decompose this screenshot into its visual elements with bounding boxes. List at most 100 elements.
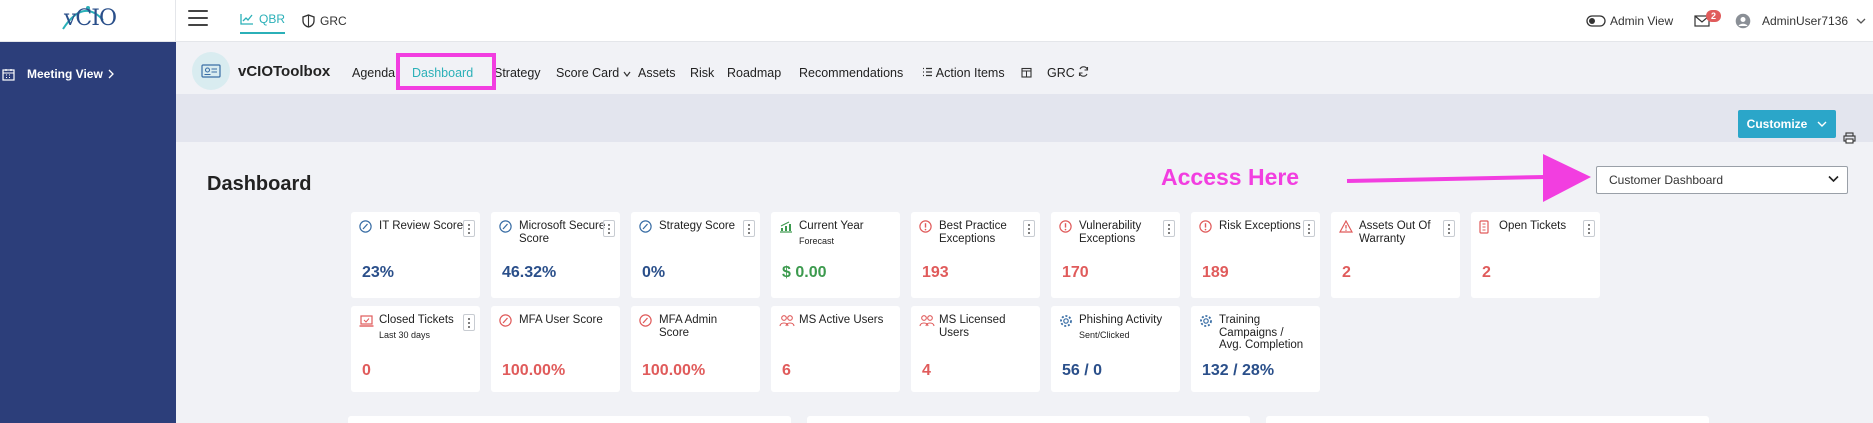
kpi-card-title: Closed Tickets Last 30 days: [379, 314, 467, 341]
kpi-card[interactable]: MS Active Users 6: [771, 306, 900, 392]
gear-icon: [1059, 314, 1073, 333]
kpi-card[interactable]: Open Tickets 2: [1471, 212, 1600, 298]
kpi-card-title-text: MFA User Score: [519, 314, 603, 326]
kpi-card-title: IT Review Score: [379, 220, 467, 233]
kpi-card[interactable]: Current Year Forecast $ 0.00: [771, 212, 900, 298]
kpi-card-title-text: Vulnerability Exceptions: [1079, 220, 1142, 245]
user-menu[interactable]: AdminUser7136: [1735, 0, 1866, 42]
kpi-card[interactable]: Best Practice Exceptions 193: [911, 212, 1040, 298]
warning-triangle-icon: [1338, 219, 1354, 238]
kpi-card-title-text: Phishing Activity: [1079, 314, 1163, 326]
kebab-menu-icon[interactable]: [1443, 220, 1455, 237]
kebab-menu-icon[interactable]: [463, 314, 475, 331]
kpi-card[interactable]: Assets Out Of Warranty 2: [1331, 212, 1460, 298]
tab-qbr[interactable]: QBR: [240, 8, 286, 34]
logo[interactable]: vCIO: [0, 0, 176, 42]
kpi-card[interactable]: IT Review Score 23%: [351, 212, 480, 298]
annotation-text: Access Here: [1161, 164, 1300, 190]
kpi-card-title-text: Microsoft Secure Score: [519, 220, 606, 245]
nav-dashboard[interactable]: Dashboard: [412, 66, 473, 80]
mail-button[interactable]: 2: [1694, 0, 1722, 42]
kebab-menu-icon[interactable]: [603, 220, 615, 237]
bottom-panel: [1266, 416, 1709, 423]
toggle-icon: [1586, 15, 1606, 27]
nav-assets[interactable]: Assets: [638, 66, 676, 80]
kpi-card-title: Phishing Activity Sent/Clicked: [1079, 314, 1167, 341]
kpi-card-title-text: Assets Out Of Warranty: [1359, 220, 1431, 245]
kpi-card-value: 2: [1342, 264, 1351, 281]
alert-circle-icon: [1199, 220, 1212, 238]
gauge-icon: [639, 314, 652, 332]
kpi-card-title-text: Closed Tickets: [379, 314, 454, 326]
kpi-card-title-text: MS Licensed Users: [939, 314, 1006, 339]
kpi-card-title: Strategy Score: [659, 220, 747, 233]
dashboard-select[interactable]: Customer Dashboard: [1596, 166, 1848, 194]
annotation-arrow-icon: [1346, 154, 1591, 202]
kpi-card-title: Risk Exceptions: [1219, 220, 1307, 233]
kpi-card-value: 23%: [362, 264, 395, 281]
nav-strategy[interactable]: Strategy: [494, 66, 541, 80]
kpi-card[interactable]: MS Licensed Users 4: [911, 306, 1040, 392]
gauge-icon: [499, 314, 512, 332]
chevron-down-icon: [1856, 18, 1866, 24]
nav-action-items-label: Action Items: [935, 66, 1005, 80]
kebab-menu-icon[interactable]: [463, 220, 475, 237]
avatar-icon: [1735, 13, 1751, 29]
shield-icon: [302, 14, 315, 28]
bottom-panel: [348, 416, 791, 423]
kebab-menu-icon[interactable]: [743, 220, 755, 237]
calendar-icon: [2, 68, 15, 81]
kebab-menu-icon[interactable]: [1583, 220, 1595, 237]
customize-button[interactable]: Customize: [1738, 110, 1836, 138]
kpi-card-value: 170: [1062, 264, 1089, 281]
id-card-icon: [201, 64, 221, 78]
kpi-card-subtitle: Last 30 days: [379, 329, 431, 340]
kpi-card-title: MFA User Score: [519, 314, 607, 327]
customize-label: Customize: [1746, 117, 1808, 131]
chevron-right-icon: [108, 69, 114, 79]
kpi-card[interactable]: Risk Exceptions 189: [1191, 212, 1320, 298]
kebab-menu-icon[interactable]: [1303, 220, 1315, 237]
menu-icon[interactable]: [188, 10, 208, 28]
kpi-card[interactable]: Phishing Activity Sent/Clicked 56 / 0: [1051, 306, 1180, 392]
tab-grc[interactable]: GRC: [302, 8, 347, 34]
sidebar-item-meeting-view[interactable]: Meeting View: [0, 67, 127, 81]
calendar-small-icon[interactable]: [1021, 67, 1032, 78]
gauge-icon: [639, 220, 652, 238]
kpi-card-value: 132 / 28%: [1202, 362, 1275, 379]
users-icon: [919, 314, 935, 332]
kpi-card-title: Best Practice Exceptions: [939, 220, 1027, 245]
kebab-menu-icon[interactable]: [1023, 220, 1035, 237]
kebab-menu-icon[interactable]: [1163, 220, 1175, 237]
kpi-card[interactable]: Closed Tickets Last 30 days 0: [351, 306, 480, 392]
kpi-card-title: Microsoft Secure Score: [519, 220, 607, 245]
nav-grc-label: GRC: [1047, 66, 1075, 80]
kpi-card[interactable]: MFA User Score 100.00%: [491, 306, 620, 392]
nav-grc[interactable]: GRC: [1047, 66, 1089, 80]
admin-view-toggle[interactable]: Admin View: [1586, 0, 1673, 42]
kpi-card-value: 2: [1482, 264, 1491, 281]
kpi-card[interactable]: Strategy Score 0%: [631, 212, 760, 298]
kpi-card-title-text: Open Tickets: [1499, 220, 1567, 232]
kpi-card-title: MS Active Users: [799, 314, 887, 327]
kpi-card[interactable]: Microsoft Secure Score 46.32%: [491, 212, 620, 298]
kpi-card-title: MS Licensed Users: [939, 314, 1027, 339]
nav-score-card[interactable]: Score Card: [556, 66, 631, 80]
list-icon: [923, 67, 932, 77]
nav-agenda[interactable]: Agenda: [352, 66, 395, 80]
kpi-card[interactable]: Vulnerability Exceptions 170: [1051, 212, 1180, 298]
toolbar-band: [176, 94, 1873, 142]
kpi-card-value: 100.00%: [502, 362, 566, 379]
nav-action-items[interactable]: Action Items: [922, 66, 1005, 80]
nav-recommendations[interactable]: Recommendations: [799, 66, 903, 80]
kpi-card-title-text: MFA Admin Score: [659, 314, 718, 339]
kpi-card-title-text: MS Active Users: [799, 314, 884, 326]
dashboard-select-value: Customer Dashboard: [1609, 173, 1724, 187]
nav-roadmap[interactable]: Roadmap: [727, 66, 781, 80]
kpi-card-title-text: Risk Exceptions: [1219, 220, 1301, 232]
nav-risk[interactable]: Risk: [690, 66, 714, 80]
printer-icon[interactable]: [1843, 132, 1856, 144]
kpi-card[interactable]: MFA Admin Score 100.00%: [631, 306, 760, 392]
user-name: AdminUser7136: [1762, 14, 1849, 28]
kpi-card[interactable]: Training Campaigns / Avg. Completion 132 …: [1191, 306, 1320, 392]
